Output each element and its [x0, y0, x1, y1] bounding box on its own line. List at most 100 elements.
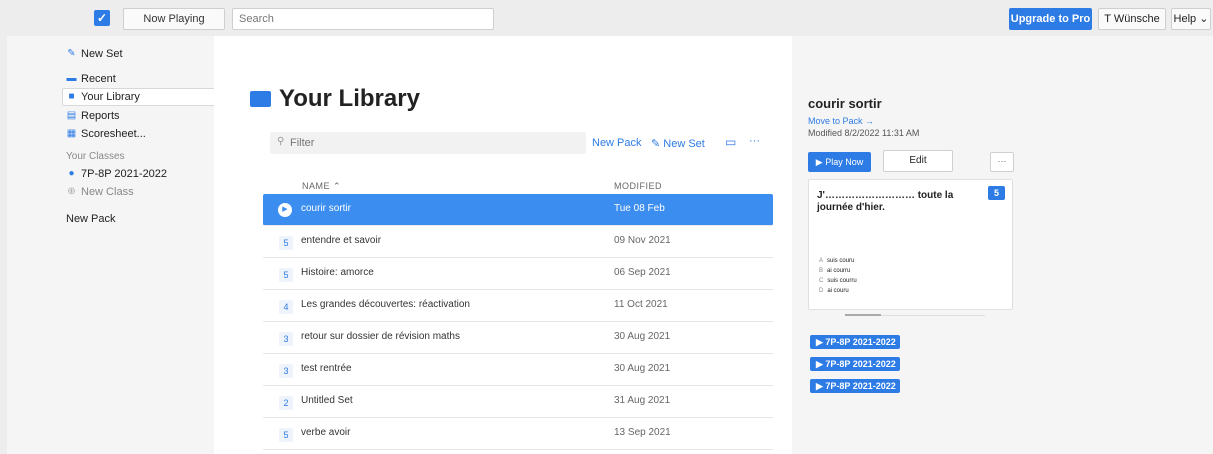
set-name: verbe avoir	[301, 427, 351, 438]
folder-icon: ■	[68, 91, 75, 102]
option-letter: B	[819, 268, 824, 274]
sidebar-new-class-label: New Class	[81, 186, 134, 198]
library-main: Your Library ⚲ New Pack ✎ New Set ▭ ··· …	[214, 36, 792, 454]
more-options-button[interactable]: ···	[990, 152, 1014, 172]
answer-option: C suis courru	[819, 278, 857, 284]
question-count-badge: 4	[279, 300, 293, 314]
question-text: J'……………………… toute la journée d'hier.	[817, 190, 954, 213]
sidebar: ✎ New Set ▬ Recent ■ Your Library ▤ Repo…	[7, 36, 219, 454]
sidebar-item-recent[interactable]: ▬ Recent	[66, 71, 116, 87]
table-row[interactable]: 3 retour sur dossier de révision maths 3…	[263, 322, 773, 354]
top-bar: ✓ Now Playing Upgrade to Pro T Wünsche H…	[0, 0, 1213, 36]
table-row[interactable]: ▶ courir sortir Tue 08 Feb	[263, 194, 773, 226]
sidebar-scoresheet-label: Scoresheet...	[81, 128, 146, 140]
help-button[interactable]: Help ⌄	[1171, 8, 1211, 30]
table-row[interactable]: 5 Histoire: amorce 06 Sep 2021	[263, 258, 773, 290]
question-count-badge: 5	[279, 428, 293, 442]
set-name: entendre et savoir	[301, 235, 382, 246]
sidebar-new-set-label: New Set	[81, 48, 123, 60]
inbox-icon: ▬	[66, 73, 77, 84]
new-pack-button[interactable]: New Pack	[592, 137, 642, 149]
answer-option: B ai courru	[819, 268, 850, 274]
set-date: 13 Sep 2021	[614, 427, 671, 438]
question-count-badge: 3	[279, 332, 293, 346]
set-date: 06 Sep 2021	[614, 267, 671, 278]
sidebar-item-library[interactable]: ■ Your Library	[66, 89, 140, 105]
sidebar-recent-label: Recent	[81, 73, 116, 85]
class-dot-icon: ●	[68, 168, 75, 179]
set-date: 30 Aug 2021	[614, 331, 671, 342]
set-date: Tue 08 Feb	[614, 203, 665, 214]
question-preview-card[interactable]: J'……………………… toute la journée d'hier. 5 A…	[808, 179, 1013, 310]
sidebar-library-label: Your Library	[81, 91, 140, 103]
scrollbar-thumb[interactable]	[845, 314, 881, 316]
modified-timestamp: Modified 8/2/2022 11:31 AM	[808, 128, 920, 138]
user-menu-button[interactable]: T Wünsche	[1098, 8, 1166, 30]
set-date: 09 Nov 2021	[614, 235, 671, 246]
set-name: Histoire: amorce	[301, 267, 374, 278]
move-to-pack-link[interactable]: Move to Pack →	[808, 116, 874, 126]
table-row[interactable]: 5 entendre et savoir 09 Nov 2021	[263, 226, 773, 258]
search-icon: ⚲	[277, 136, 285, 147]
table-row[interactable]: 2 Untitled Set 31 Aug 2021	[263, 386, 773, 418]
set-name: Untitled Set	[301, 395, 353, 406]
option-letter: D	[819, 288, 824, 294]
column-name-header[interactable]: NAME ⌃	[302, 181, 341, 192]
set-name: retour sur dossier de révision maths	[301, 331, 460, 342]
sidebar-item-class[interactable]: ● 7P-8P 2021-2022	[66, 166, 167, 182]
play-now-button[interactable]: ▶ Play Now	[808, 152, 871, 172]
answer-option: A suis couru	[819, 258, 854, 264]
option-text: suis couru	[827, 258, 855, 264]
question-count-badge: 3	[279, 364, 293, 378]
question-count-badge: 5	[279, 268, 293, 282]
sidebar-new-pack[interactable]: New Pack	[66, 211, 116, 227]
more-button[interactable]: ···	[749, 135, 760, 147]
set-date: 30 Aug 2021	[614, 363, 671, 374]
search-input[interactable]	[232, 8, 494, 30]
option-text: ai couru	[827, 288, 849, 294]
question-count-badge: 5	[279, 236, 293, 250]
now-playing-button[interactable]: Now Playing	[123, 8, 225, 30]
table-row[interactable]: 5 verbe avoir 13 Sep 2021	[263, 418, 773, 450]
upgrade-button[interactable]: Upgrade to Pro	[1009, 8, 1092, 30]
folder-icon	[250, 91, 271, 107]
plus-circle-icon: ⊕	[67, 186, 76, 197]
new-set-label: New Set	[663, 138, 705, 150]
set-name: courir sortir	[301, 203, 352, 214]
edit-icon: ✎	[67, 48, 76, 59]
sidebar-new-set[interactable]: ✎ New Set	[66, 46, 123, 62]
edit-button[interactable]: Edit	[883, 150, 953, 172]
filter-input[interactable]	[270, 132, 586, 154]
page-title-text: Your Library	[279, 85, 420, 112]
set-name: test rentrée	[301, 363, 352, 374]
option-letter: A	[819, 258, 824, 264]
reports-icon: ▤	[66, 110, 77, 121]
sidebar-new-class[interactable]: ⊕ New Class	[66, 184, 134, 200]
table-row[interactable]: 3 test rentrée 30 Aug 2021	[263, 354, 773, 386]
class-play-button[interactable]: ▶ 7P-8P 2021-2022	[810, 379, 900, 393]
set-name: Les grandes découvertes: réactivation	[301, 299, 470, 310]
preview-scrollbar[interactable]	[845, 314, 985, 316]
page-title: Your Library	[250, 85, 420, 113]
option-letter: C	[819, 278, 824, 284]
table-row[interactable]: 4 Les grandes découvertes: réactivation …	[263, 290, 773, 322]
sidebar-class-label: 7P-8P 2021-2022	[81, 168, 168, 180]
your-classes-heading: Your Classes	[66, 151, 125, 162]
sidebar-reports-label: Reports	[81, 110, 120, 122]
sidebar-item-scoresheet[interactable]: ▦ Scoresheet...	[66, 126, 146, 142]
option-text: suis courru	[827, 278, 857, 284]
column-modified-header[interactable]: MODIFIED	[614, 181, 662, 191]
sidebar-item-reports[interactable]: ▤ Reports	[66, 108, 120, 124]
class-play-button[interactable]: ▶ 7P-8P 2021-2022	[810, 335, 900, 349]
set-date: 31 Aug 2021	[614, 395, 671, 406]
play-icon[interactable]: ▶	[278, 203, 292, 217]
new-folder-icon[interactable]: ▭	[725, 135, 736, 149]
question-count-badge: 5	[988, 186, 1005, 200]
answer-option: D ai couru	[819, 288, 849, 294]
class-play-button[interactable]: ▶ 7P-8P 2021-2022	[810, 357, 900, 371]
details-panel: courir sortir Move to Pack → Modified 8/…	[792, 36, 1213, 454]
logo-check-icon[interactable]: ✓	[94, 10, 110, 26]
option-text: ai courru	[827, 268, 851, 274]
set-title: courir sortir	[808, 96, 882, 111]
new-set-button[interactable]: ✎ New Set	[651, 137, 705, 150]
